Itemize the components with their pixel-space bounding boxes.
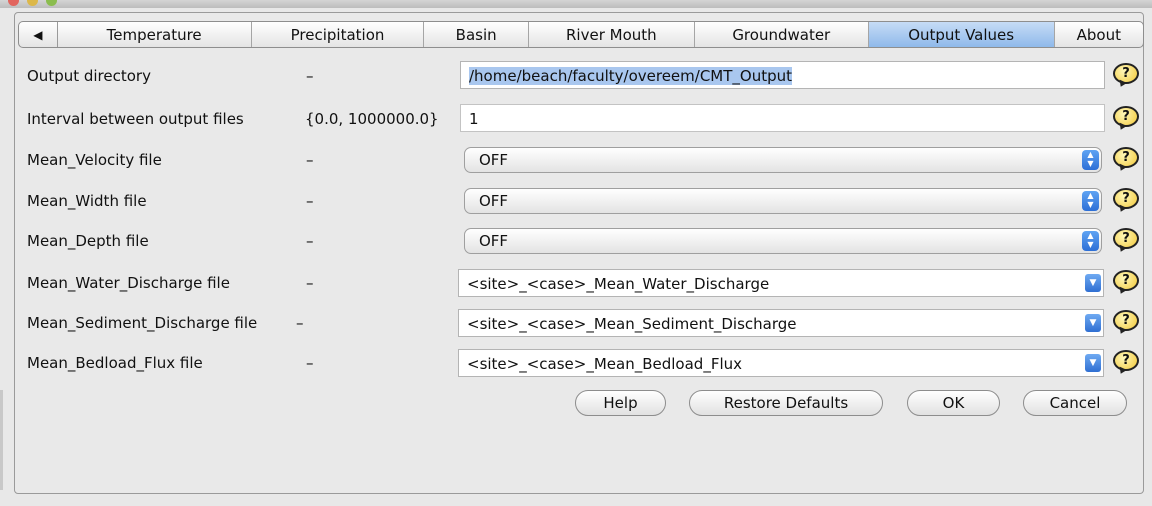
mean-sediment-discharge-combobox[interactable]: <site>_<case>_Mean_Sediment_Discharge ▼ xyxy=(458,309,1104,337)
tab-scroll-left-icon[interactable]: ◀ xyxy=(19,22,58,47)
mean-depth-row: Mean_Depth file – OFF ▲ ▼ ? xyxy=(0,226,1152,256)
output-directory-input[interactable]: /home/beach/faculty/overeem/CMT_Output xyxy=(460,61,1105,89)
up-down-arrows-icon: ▲ ▼ xyxy=(1082,191,1099,211)
minimize-window-button[interactable] xyxy=(27,0,38,6)
window-title-bar xyxy=(0,0,1152,8)
field-label: Mean_Bedload_Flux file xyxy=(27,354,203,372)
help-icon[interactable]: ? xyxy=(1113,310,1139,331)
field-label: Mean_Width file xyxy=(27,192,147,210)
mean-velocity-row: Mean_Velocity file – OFF ▲ ▼ ? xyxy=(0,145,1152,175)
help-icon[interactable]: ? xyxy=(1113,350,1139,371)
help-button[interactable]: Help xyxy=(575,390,666,416)
select-value: OFF xyxy=(479,151,509,169)
help-icon[interactable]: ? xyxy=(1113,228,1139,249)
help-icon[interactable]: ? xyxy=(1113,63,1139,84)
dropdown-arrow-icon[interactable]: ▼ xyxy=(1085,274,1101,292)
select-value: OFF xyxy=(479,192,509,210)
tab-precipitation[interactable]: Precipitation xyxy=(252,22,425,47)
restore-defaults-button[interactable]: Restore Defaults xyxy=(689,390,883,416)
mean-velocity-select[interactable]: OFF ▲ ▼ xyxy=(464,147,1102,173)
help-icon[interactable]: ? xyxy=(1113,270,1139,291)
mean-water-discharge-combobox[interactable]: <site>_<case>_Mean_Water_Discharge ▼ xyxy=(458,269,1104,297)
selected-text: /home/beach/faculty/overeem/CMT_Output xyxy=(469,67,793,85)
field-range: – xyxy=(306,274,314,292)
output-interval-row: Interval between output files {0.0, 1000… xyxy=(0,104,1152,134)
field-range: – xyxy=(306,354,314,372)
help-icon[interactable]: ? xyxy=(1113,188,1139,209)
field-range: – xyxy=(296,314,304,332)
field-label: Interval between output files xyxy=(27,110,244,128)
tab-basin[interactable]: Basin xyxy=(424,22,529,47)
field-label: Mean_Water_Discharge file xyxy=(27,274,230,292)
help-icon[interactable]: ? xyxy=(1113,106,1139,127)
up-down-arrows-icon: ▲ ▼ xyxy=(1082,150,1099,170)
mean-bedload-flux-combobox[interactable]: <site>_<case>_Mean_Bedload_Flux ▼ xyxy=(458,349,1104,377)
combobox-value: <site>_<case>_Mean_Sediment_Discharge xyxy=(467,315,797,333)
mean-bedload-flux-row: Mean_Bedload_Flux file – <site>_<case>_M… xyxy=(0,348,1152,378)
close-window-button[interactable] xyxy=(8,0,19,6)
dropdown-arrow-icon[interactable]: ▼ xyxy=(1085,314,1101,332)
up-down-arrows-icon: ▲ ▼ xyxy=(1082,231,1099,251)
output-directory-row: Output directory – /home/beach/faculty/o… xyxy=(0,61,1152,91)
field-label: Mean_Velocity file xyxy=(27,151,162,169)
mean-sediment-discharge-row: Mean_Sediment_Discharge file – <site>_<c… xyxy=(0,308,1152,338)
cancel-button[interactable]: Cancel xyxy=(1023,390,1127,416)
field-range: – xyxy=(306,67,314,85)
tab-output-values[interactable]: Output Values xyxy=(868,22,1055,47)
field-label: Output directory xyxy=(27,67,151,85)
help-icon[interactable]: ? xyxy=(1113,147,1139,168)
tab-bar: ◀ Temperature Precipitation Basin River … xyxy=(18,21,1144,48)
zoom-window-button[interactable] xyxy=(46,0,57,6)
ok-button[interactable]: OK xyxy=(907,390,1000,416)
tab-about[interactable]: About xyxy=(1055,22,1143,47)
window-edge xyxy=(0,390,3,490)
field-label: Mean_Depth file xyxy=(27,232,149,250)
tab-groundwater[interactable]: Groundwater xyxy=(695,22,869,47)
field-range: – xyxy=(306,151,314,169)
combobox-value: <site>_<case>_Mean_Water_Discharge xyxy=(467,275,770,293)
mean-width-row: Mean_Width file – OFF ▲ ▼ ? xyxy=(0,186,1152,216)
dropdown-arrow-icon[interactable]: ▼ xyxy=(1085,354,1101,372)
combobox-value: <site>_<case>_Mean_Bedload_Flux xyxy=(467,355,742,373)
field-range: {0.0, 1000000.0} xyxy=(305,110,439,128)
output-interval-input[interactable]: 1 xyxy=(460,104,1105,132)
tab-temperature[interactable]: Temperature xyxy=(58,22,252,47)
tab-river-mouth[interactable]: River Mouth xyxy=(529,22,695,47)
field-label: Mean_Sediment_Discharge file xyxy=(27,314,258,332)
field-range: – xyxy=(306,192,314,210)
mean-depth-select[interactable]: OFF ▲ ▼ xyxy=(464,228,1102,254)
mean-water-discharge-row: Mean_Water_Discharge file – <site>_<case… xyxy=(0,268,1152,298)
mean-width-select[interactable]: OFF ▲ ▼ xyxy=(464,188,1102,214)
field-range: – xyxy=(306,232,314,250)
select-value: OFF xyxy=(479,232,509,250)
